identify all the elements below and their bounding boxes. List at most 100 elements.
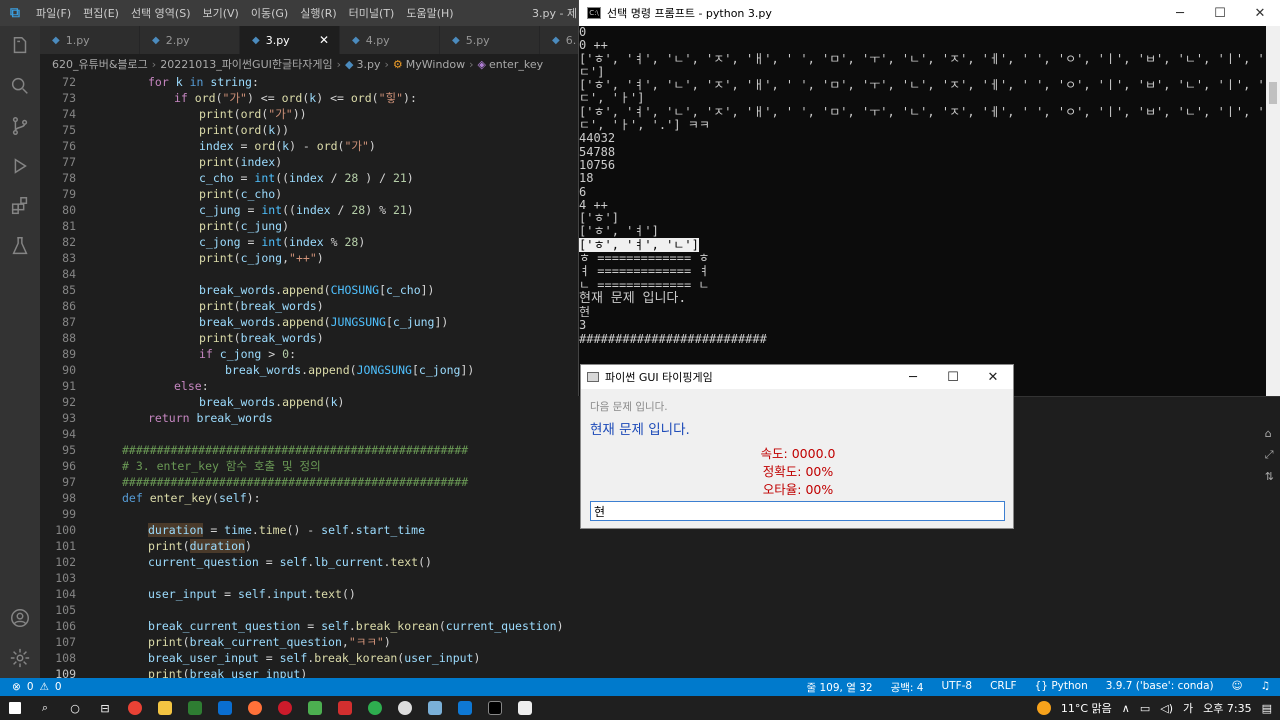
indentation[interactable]: 공백: 4 — [891, 680, 924, 695]
cursor-position[interactable]: 줄 109, 열 32 — [807, 680, 873, 695]
python-interpreter[interactable]: 3.9.7 ('base': conda) — [1106, 680, 1214, 695]
expand-icon[interactable]: ⤢ — [1265, 448, 1274, 462]
code-line: 99 — [40, 506, 580, 522]
console-line: ['ㅎ', 'ㅕ', 'ㄴ', 'ㅈ', 'ㅐ', ' ', 'ㅁ', 'ㅜ',… — [579, 51, 1265, 66]
code-line: 83 print(c_jong,"++") — [40, 250, 580, 266]
weather-sun-icon — [1036, 701, 1051, 715]
app-grid-icon[interactable] — [180, 696, 210, 720]
console-line: 18 — [579, 171, 594, 186]
bell-icon[interactable]: ⌂ — [1265, 427, 1274, 440]
code-line: 102 current_question = self.lb_current.te… — [40, 554, 580, 570]
end-of-line[interactable]: CRLF — [990, 680, 1017, 695]
menu-selection[interactable]: 선택 영역(S) — [125, 5, 197, 21]
editor-tabs: ◆ 1.py ◆ 2.py ◆ 3.py ✕ ◆ 4.py ◆ 5.py ◆ 6. — [40, 26, 640, 54]
testing-flask-icon[interactable] — [0, 226, 40, 266]
tab-4py[interactable]: ◆ 4.py — [340, 26, 440, 54]
clover-icon[interactable] — [300, 696, 330, 720]
typing-game-window[interactable]: 파이썬 GUI 타이핑게임 ─ ☐ ✕ 다음 문제 입니다. 현재 문제 입니다… — [580, 364, 1014, 529]
next-question-label: 다음 문제 입니다. — [590, 401, 668, 413]
cortana-icon[interactable]: ○ — [60, 696, 90, 720]
python-window-taskbar-icon[interactable] — [510, 696, 540, 720]
line-number: 82 — [62, 235, 76, 249]
green-circle-app-icon[interactable] — [360, 696, 390, 720]
typing-input[interactable] — [590, 501, 1005, 521]
speed-label: 속도: 0000.0 — [760, 446, 836, 461]
breadcrumb-folder[interactable]: 620_유튜버&블로그 — [52, 56, 148, 72]
minimize-button[interactable]: ─ — [1160, 0, 1200, 26]
chrome-icon[interactable] — [120, 696, 150, 720]
command-prompt-window[interactable]: C:\ 선택 명령 프롬프트 - python 3.py ─ ☐ ✕ 0 0 +… — [578, 0, 1280, 396]
breadcrumb-class[interactable]: MyWindow — [406, 58, 465, 71]
code-line: 101 print(duration) — [40, 538, 580, 554]
tab-5py[interactable]: ◆ 5.py — [440, 26, 540, 54]
line-number: 97 — [62, 475, 76, 489]
feedback-icon[interactable]: ☺ — [1232, 680, 1243, 695]
opera-icon[interactable] — [270, 696, 300, 720]
volume-icon[interactable]: ◁) — [1160, 702, 1173, 715]
line-number: 107 — [55, 635, 76, 649]
settings-gear-icon[interactable] — [0, 638, 40, 678]
encoding[interactable]: UTF-8 — [941, 680, 972, 695]
language-mode[interactable]: {} Python — [1035, 680, 1088, 695]
explorer-icon[interactable] — [0, 26, 40, 66]
menu-terminal[interactable]: 터미널(T) — [343, 5, 401, 21]
python-file-icon: ◆ — [352, 34, 360, 46]
task-view-icon[interactable]: ⊟ — [90, 696, 120, 720]
maximize-button[interactable]: ☐ — [1200, 0, 1240, 26]
file-explorer-icon[interactable] — [150, 696, 180, 720]
menu-file[interactable]: 파일(F) — [30, 5, 77, 21]
scrollbar-thumb[interactable] — [1269, 82, 1277, 104]
line-number: 95 — [62, 443, 76, 457]
console-line: ['ㅎ', 'ㅕ', 'ㄴ', 'ㅈ', 'ㅐ', ' ', 'ㅁ', 'ㅜ',… — [579, 104, 1265, 119]
search-icon[interactable] — [0, 66, 40, 106]
network-icon[interactable]: ▭ — [1140, 702, 1150, 715]
breadcrumb-method[interactable]: enter_key — [489, 58, 543, 71]
problems-indicator[interactable]: ⊗ 0 ⚠ 0 — [12, 681, 62, 693]
notifications-bell-icon[interactable]: ♫ — [1261, 680, 1270, 695]
menu-run[interactable]: 실행(R) — [294, 5, 342, 21]
windows-start-icon[interactable] — [0, 696, 30, 720]
menu-view[interactable]: 보기(V) — [196, 5, 244, 21]
tab-close-icon[interactable]: ✕ — [319, 33, 329, 47]
gui-minimize-button[interactable]: ─ — [893, 365, 933, 389]
breadcrumb-file[interactable]: 3.py — [356, 58, 380, 71]
red-app-icon[interactable] — [330, 696, 360, 720]
github-icon[interactable] — [390, 696, 420, 720]
line-number: 100 — [55, 523, 76, 537]
menu-edit[interactable]: 편집(E) — [77, 5, 125, 21]
breadcrumb-subfolder[interactable]: 20221013_파이썬GUI한글타자게임 — [160, 56, 332, 72]
tab-1py[interactable]: ◆ 1.py — [40, 26, 140, 54]
extensions-icon[interactable] — [0, 186, 40, 226]
console-scrollbar[interactable] — [1266, 26, 1280, 396]
split-icon[interactable]: ⇅ — [1265, 470, 1274, 483]
menu-go[interactable]: 이동(G) — [245, 5, 294, 21]
gui-close-button[interactable]: ✕ — [973, 365, 1013, 389]
line-number: 84 — [62, 267, 76, 281]
terminal-taskbar-icon[interactable] — [480, 696, 510, 720]
tab-3py[interactable]: ◆ 3.py ✕ — [240, 26, 340, 54]
code-editor[interactable]: 72 for k in string: 73 if ord("가") <= ord(… — [40, 74, 580, 678]
notes-icon[interactable] — [420, 696, 450, 720]
run-debug-icon[interactable] — [0, 146, 40, 186]
source-control-icon[interactable] — [0, 106, 40, 146]
firefox-icon[interactable] — [240, 696, 270, 720]
menu-help[interactable]: 도움말(H) — [400, 5, 459, 21]
console-line: 현재 문제 입니다. — [579, 290, 687, 306]
code-line: 96 # 3. enter_key 함수 호출 및 정의 — [40, 458, 580, 474]
line-number: 102 — [55, 555, 76, 569]
mail-icon[interactable] — [210, 696, 240, 720]
console-line: 10756 — [579, 157, 616, 172]
search-icon[interactable]: ⌕ — [30, 696, 60, 720]
gui-maximize-button[interactable]: ☐ — [933, 365, 973, 389]
account-icon[interactable] — [0, 598, 40, 638]
ime-indicator[interactable]: 가 — [1183, 700, 1193, 716]
clock-time[interactable]: 오후 7:35 — [1203, 700, 1251, 716]
notification-center-icon[interactable]: ▤ — [1262, 702, 1272, 715]
tab-label: 6. — [565, 33, 577, 47]
vscode-taskbar-icon[interactable] — [450, 696, 480, 720]
tray-chevron-icon[interactable]: ∧ — [1122, 702, 1130, 715]
line-number: 99 — [62, 507, 76, 521]
close-button[interactable]: ✕ — [1240, 0, 1280, 26]
tab-2py[interactable]: ◆ 2.py — [140, 26, 240, 54]
weather-text[interactable]: 11°C 맑음 — [1061, 700, 1112, 716]
